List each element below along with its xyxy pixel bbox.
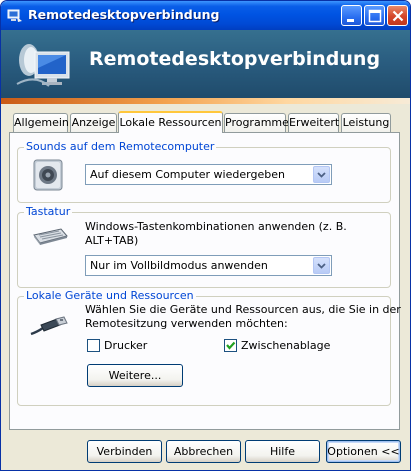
sounds-group: Sounds auf dem Remotecomputer Auf diesem… bbox=[17, 140, 391, 203]
checkmark-icon bbox=[226, 341, 236, 350]
options-button[interactable]: Optionen << bbox=[326, 440, 401, 463]
keyboard-dropdown[interactable]: Nur im Vollbildmodus anwenden bbox=[85, 255, 332, 276]
chevron-down-icon[interactable] bbox=[313, 257, 330, 274]
speaker-icon bbox=[31, 157, 67, 193]
remote-desktop-window: Remotedesktopverbindung Remotedesktopver… bbox=[0, 0, 411, 471]
tab-leistung[interactable]: Leistung bbox=[341, 113, 391, 132]
keyboard-dropdown-value: Nur im Vollbildmodus anwenden bbox=[90, 259, 268, 272]
close-button[interactable] bbox=[387, 5, 408, 26]
sounds-group-title: Sounds auf dem Remotecomputer bbox=[24, 140, 217, 153]
tab-programme[interactable]: Programme bbox=[224, 113, 289, 132]
chevron-down-icon[interactable] bbox=[313, 166, 330, 183]
clipboard-checkbox[interactable] bbox=[224, 339, 237, 352]
devices-group-title: Lokale Geräte und Ressourcen bbox=[24, 289, 196, 302]
keyboard-icon bbox=[31, 223, 69, 247]
devices-group: Lokale Geräte und Ressourcen Wählen Sie … bbox=[17, 289, 401, 406]
keyboard-description-line1: Windows-Tastenkombinationen anwenden (z.… bbox=[85, 220, 347, 233]
printer-checkbox[interactable] bbox=[87, 339, 100, 352]
connect-button[interactable]: Verbinden bbox=[87, 440, 162, 463]
sounds-dropdown-value: Auf diesem Computer wiedergeben bbox=[90, 168, 285, 181]
tab-lokale-ressourcen[interactable]: Lokale Ressourcen bbox=[118, 111, 223, 133]
tab-erweitert[interactable]: Erweitert bbox=[288, 113, 339, 132]
banner-accent-stripe bbox=[1, 98, 410, 104]
banner-title: Remotedesktopverbindung bbox=[89, 48, 381, 70]
devices-description-line2: Remotesitzung verwenden möchten: bbox=[85, 317, 288, 330]
remote-desktop-logo-icon bbox=[15, 34, 81, 96]
minimize-button[interactable] bbox=[341, 5, 362, 26]
header-banner: Remotedesktopverbindung bbox=[1, 30, 410, 100]
clipboard-checkbox-label[interactable]: Zwischenablage bbox=[241, 339, 330, 352]
keyboard-group-title: Tastatur bbox=[24, 205, 73, 218]
devices-description-line1: Wählen Sie die Geräte und Ressourcen aus… bbox=[85, 303, 401, 316]
cancel-button[interactable]: Abbrechen bbox=[166, 440, 241, 463]
window-title: Remotedesktopverbindung bbox=[28, 7, 220, 22]
printer-checkbox-label[interactable]: Drucker bbox=[104, 339, 147, 352]
sounds-dropdown[interactable]: Auf diesem Computer wiedergeben bbox=[85, 164, 332, 185]
keyboard-group: Tastatur Windows-Tastenkombinationen anw… bbox=[17, 205, 391, 288]
tab-allgemein[interactable]: Allgemein bbox=[13, 113, 69, 132]
maximize-button[interactable] bbox=[364, 5, 385, 26]
remote-desktop-app-icon bbox=[7, 8, 23, 24]
title-bar[interactable]: Remotedesktopverbindung bbox=[1, 1, 410, 30]
tab-panel-lokale-ressourcen: Sounds auf dem Remotecomputer Auf diesem… bbox=[9, 132, 401, 430]
tab-anzeige[interactable]: Anzeige bbox=[70, 113, 117, 132]
usb-plug-icon bbox=[29, 316, 69, 338]
keyboard-description-line2: ALT+TAB) bbox=[85, 234, 139, 247]
more-devices-button[interactable]: Weitere... bbox=[87, 364, 183, 387]
help-button[interactable]: Hilfe bbox=[245, 440, 320, 463]
